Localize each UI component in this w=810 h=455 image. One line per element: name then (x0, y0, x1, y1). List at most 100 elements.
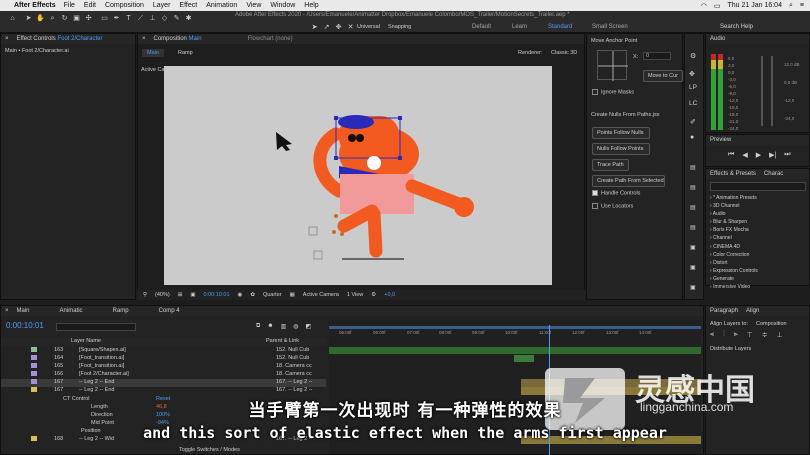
tab-align[interactable]: Align (746, 308, 759, 314)
menu-file[interactable]: File (64, 2, 75, 9)
magnify-icon[interactable]: ⚲ (143, 292, 147, 298)
search-icon[interactable]: ⌕ (789, 2, 793, 10)
layer-name[interactable]: [Foot 2/Character.ai] (79, 371, 129, 377)
pen-tool-icon[interactable]: ✒ (112, 14, 121, 23)
workspace-small-screen[interactable]: Small Screen (592, 24, 628, 30)
close-icon[interactable]: × (142, 36, 146, 42)
tab-audio[interactable]: Audio (710, 36, 725, 42)
script-icon-4[interactable]: ▤ (690, 224, 696, 231)
snapshot-icon[interactable]: ◉ (238, 292, 243, 298)
play-icon[interactable]: ▶ (756, 151, 761, 159)
quality-dropdown[interactable]: Quarter (263, 292, 282, 298)
menu-edit[interactable]: Edit (84, 2, 96, 9)
label-color[interactable] (31, 371, 37, 377)
circle-icon[interactable]: ● (690, 134, 694, 141)
track-bar-green[interactable] (329, 347, 701, 354)
table-row[interactable]: 166 [Foot 2/Character.ai] 18. Camera cc (1, 371, 326, 379)
menu-view[interactable]: View (246, 2, 261, 9)
draft-3d-icon[interactable]: ⧉ (256, 323, 260, 330)
script-icon-2[interactable]: ▤ (690, 184, 696, 191)
timeline-timecode[interactable]: 0:00:10:01 (6, 321, 44, 330)
workspace-default[interactable]: Default (472, 24, 491, 30)
lp-button[interactable]: LP (689, 84, 697, 91)
flowchart-tab[interactable]: Flowchart (none) (248, 36, 293, 42)
menu-list-icon[interactable]: ≡ (800, 2, 804, 9)
tab-ramp[interactable]: Ramp (113, 308, 129, 314)
lc-button[interactable]: LC (689, 100, 697, 107)
zoom-dropdown[interactable]: (40%) (155, 292, 170, 298)
snapping-checkbox[interactable]: Snapping (388, 24, 411, 30)
x-input[interactable]: 0 (643, 52, 671, 60)
create-path-button[interactable]: Create Path From Selected (592, 175, 665, 187)
layer-parent[interactable]: 18. Camera cc (276, 371, 312, 377)
roto-tool-icon[interactable]: ✎ (172, 14, 181, 23)
layer-name[interactable]: -- Leg 2 -- End (79, 387, 114, 393)
table-row[interactable]: 165 [Foot_transition.ai] 18. Camera cc (1, 363, 326, 371)
layer-parent[interactable]: 18. Camera cc (276, 363, 312, 369)
type-tool-icon[interactable]: T (124, 14, 133, 23)
menu-layer[interactable]: Layer (153, 2, 171, 9)
offset-value[interactable]: +0,0 (384, 292, 395, 298)
menu-animation[interactable]: Animation (206, 2, 237, 9)
zoom-tool-icon[interactable]: ⌕ (48, 14, 57, 23)
puppet-tool-icon[interactable]: ✱ (184, 14, 193, 23)
composition-canvas[interactable] (164, 66, 552, 285)
label-color[interactable] (31, 355, 37, 361)
layer-name[interactable]: [Foot_transition.ai] (79, 363, 124, 369)
clock[interactable]: Thu 21 Jan 16:04 (727, 2, 782, 9)
move-to-cur-button[interactable]: Move to Cur (643, 70, 683, 82)
eraser-tool-icon[interactable]: ◇ (160, 14, 169, 23)
close-icon[interactable]: × (5, 36, 9, 42)
tab-effect-controls[interactable]: Effect Controls Foot 2/Character (17, 36, 103, 42)
use-locators-checkbox[interactable]: Use Locators (592, 203, 633, 209)
tab-character[interactable]: Charac (764, 171, 783, 177)
table-row[interactable]: 164 [Foot_transition.ai] 152. Null Cub (1, 355, 326, 363)
search-help-field[interactable]: Search Help (720, 24, 753, 30)
list-item[interactable]: › * Animation Presets (710, 194, 758, 202)
tab-composition[interactable]: Composition Main (154, 36, 202, 42)
track-bar-green-short[interactable] (514, 355, 534, 362)
menu-window[interactable]: Window (270, 2, 295, 9)
clone-tool-icon[interactable]: ⊥ (148, 14, 157, 23)
home-icon[interactable]: ⌂ (8, 14, 17, 23)
list-item[interactable]: › Generate (710, 275, 758, 283)
region-icon[interactable]: ▣ (190, 292, 195, 298)
list-item[interactable]: › Boris FX Mocha (710, 226, 758, 234)
breadcrumb-ramp[interactable]: Ramp (178, 50, 193, 56)
tab-effects-presets[interactable]: Effects & Presets (710, 171, 756, 177)
battery-icon[interactable]: ▭ (714, 2, 721, 10)
nulls-follow-points-button[interactable]: Nulls Follow Points (592, 143, 650, 155)
axis-mode-icon[interactable]: ➤ (310, 23, 319, 32)
next-frame-icon[interactable]: ▶| (769, 151, 776, 159)
work-area-bar[interactable] (329, 326, 701, 329)
tab-animatic[interactable]: Animatic (60, 308, 83, 314)
script-icon-1[interactable]: ▤ (690, 164, 696, 171)
app-menu[interactable]: After Effects (14, 2, 56, 9)
tab-preview[interactable]: Preview (710, 137, 731, 143)
list-item[interactable]: › Distort (710, 259, 758, 267)
layer-name[interactable]: [Square/Shapes.ai] (79, 347, 126, 353)
script-icon-5[interactable]: ▣ (690, 244, 696, 251)
layer-name[interactable]: [Foot_transition.ai] (79, 355, 124, 361)
menu-help[interactable]: Help (304, 2, 318, 9)
label-color[interactable] (31, 379, 37, 385)
viewer-timecode[interactable]: 0:00:10:01 (204, 292, 230, 298)
last-frame-icon[interactable]: ⏭ (784, 151, 790, 159)
wifi-icon[interactable]: ◠ (701, 2, 707, 10)
align-bottom-icon[interactable]: ⊥ (777, 331, 783, 339)
universal-label[interactable]: Universal (357, 24, 380, 30)
list-item[interactable]: › Expression Controls (710, 267, 758, 275)
hand-tool-icon[interactable]: ✋ (36, 14, 45, 23)
frame-blend-icon[interactable]: ▥ (281, 323, 287, 330)
table-row[interactable]: 167 -- Leg 2 -- End 167. -- Leg 2 -- (1, 379, 326, 387)
layer-parent[interactable]: 167. -- Leg 2 -- (276, 387, 312, 393)
workspace-learn[interactable]: Learn (512, 24, 527, 30)
handle-controls-checkbox[interactable]: Handle Controls (592, 190, 640, 196)
table-row[interactable]: -- Leg 2 -- End 167. -- Leg 2 -- (71, 387, 312, 395)
pan-behind-tool-icon[interactable]: ✣ (84, 14, 93, 23)
effects-search-input[interactable] (710, 182, 806, 191)
world-axis-icon[interactable]: ✥ (334, 23, 343, 32)
volume-slider-left[interactable] (761, 56, 763, 126)
script-icon-3[interactable]: ▤ (690, 204, 696, 211)
align-target-dropdown[interactable]: Composition (756, 321, 787, 327)
